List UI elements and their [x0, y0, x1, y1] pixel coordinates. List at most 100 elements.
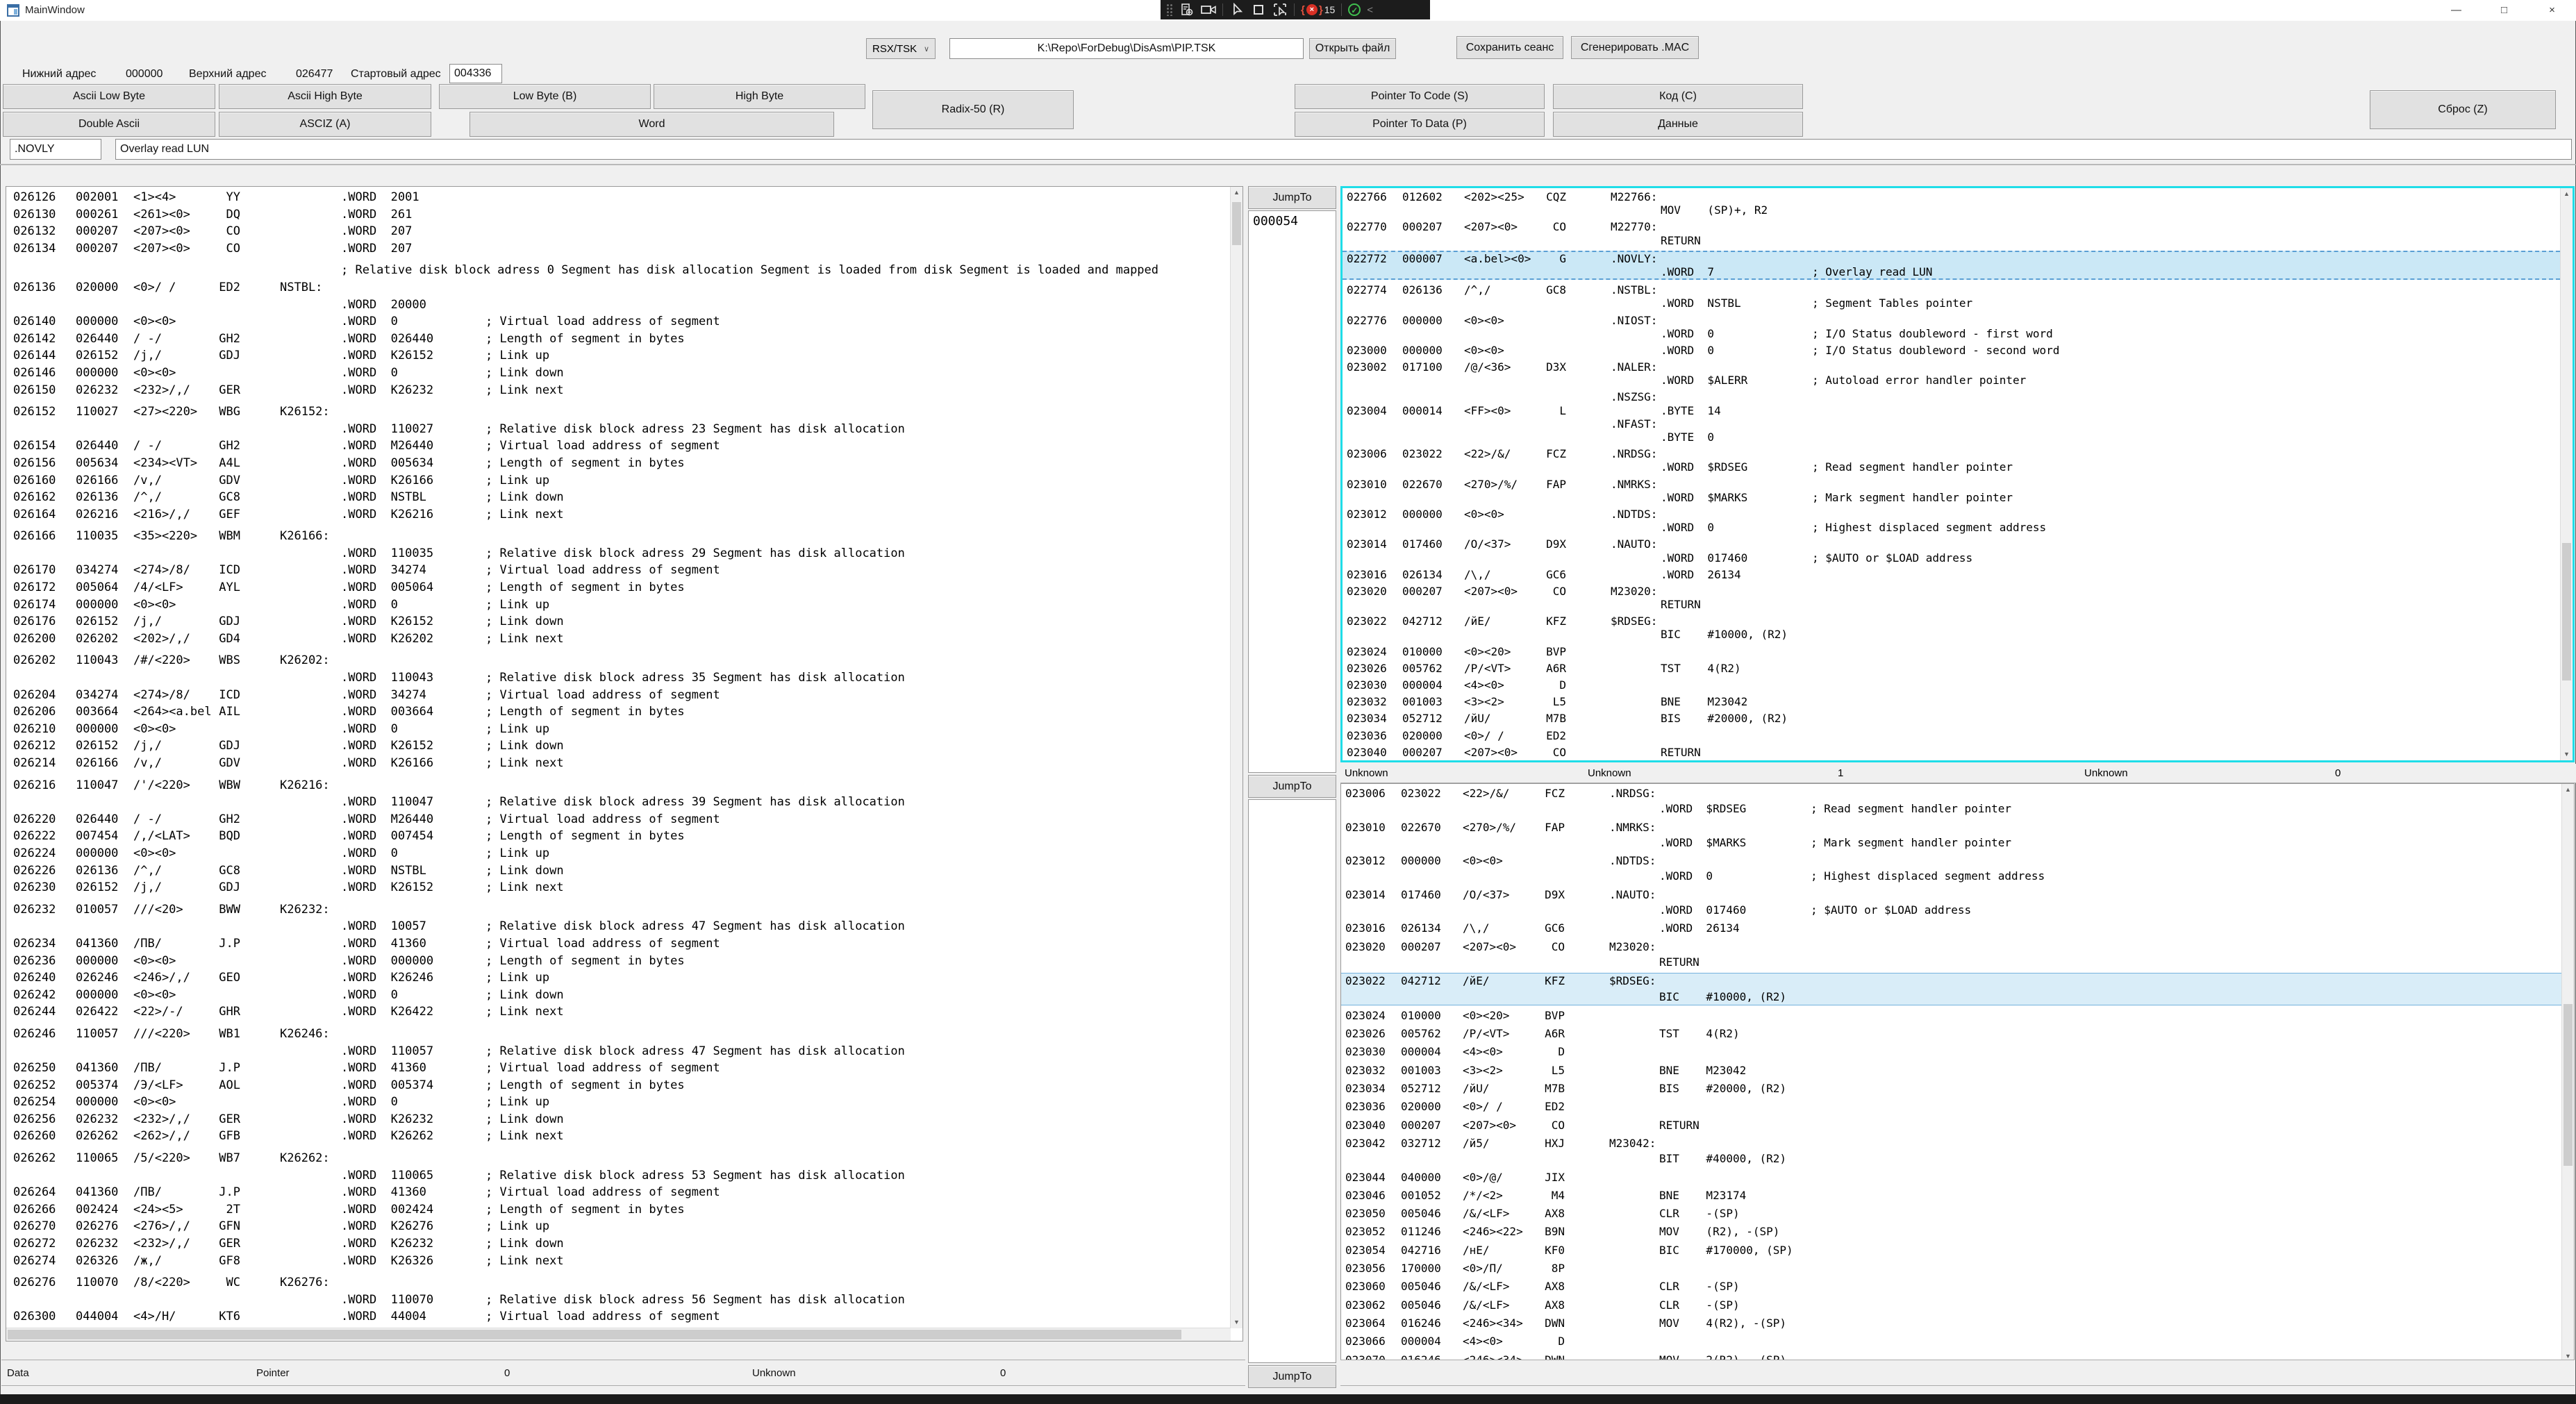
listing-row[interactable]: 026126002001<1><4>YY.WORD 2001 [6, 189, 1230, 206]
generate-mac-button[interactable]: Сгенерировать .MAC [1571, 36, 1699, 59]
listing-row[interactable]: .NSZSG: [1343, 390, 2560, 403]
listing-row[interactable]: 026202110043/#/<220>WBSK26202: [6, 652, 1230, 669]
right-bottom-scrollbar[interactable]: ▲ ▼ [2561, 784, 2574, 1362]
listing-row[interactable]: 023020000207<207><0>COM23020: [1343, 585, 2560, 598]
scroll-up-icon[interactable]: ▲ [2562, 784, 2574, 796]
video-camera-icon[interactable] [1201, 2, 1216, 17]
maximize-button[interactable]: □ [2480, 0, 2528, 21]
listing-row[interactable]: 023024010000<0><20>BVP [1341, 1008, 2561, 1023]
listing-row[interactable]: RETURN [1343, 598, 2560, 611]
listing-row[interactable]: 023030000004<4><0>D [1343, 678, 2560, 692]
listing-row[interactable]: 023014017460/O/<37>D9X.NAUTO: [1343, 537, 2560, 551]
listing-row[interactable]: 026210000000<0><0>.WORD 0; Link up [6, 721, 1230, 738]
listing-row[interactable]: 026162026136/^,/GC8.WORD NSTBL; Link dow… [6, 489, 1230, 506]
listing-row[interactable]: .WORD 110035; Relative disk block adress… [6, 545, 1230, 562]
listing-row[interactable]: 026170034274<274>/8/ICD.WORD 34274; Virt… [6, 562, 1230, 579]
listing-row[interactable]: 023012000000<0><0>.NDTDS: [1341, 853, 2561, 869]
listing-row[interactable]: .BYTE 0 [1343, 431, 2560, 444]
listing-row[interactable]: 026270026276<276>/,/GFN.WORD K26276; Lin… [6, 1218, 1230, 1235]
listing-row[interactable]: .WORD 110043; Relative disk block adress… [6, 669, 1230, 687]
listing-row[interactable]: 023046001052/*/<2>M4BNE M23174 [1341, 1188, 2561, 1203]
scrollbar-thumb[interactable] [1232, 202, 1241, 245]
listing-row[interactable]: 026174000000<0><0>.WORD 0; Link up [6, 596, 1230, 614]
listing-row[interactable]: 023034052712/йU/M7BBIS #20000, (R2) [1343, 712, 2560, 725]
listing-row[interactable]: 023040000207<207><0>CORETURN [1341, 1118, 2561, 1133]
listing-row[interactable]: 026252005374/Э/<LF>AOL.WORD 005374; Leng… [6, 1077, 1230, 1094]
listing-row[interactable]: 026132000207<207><0>CO.WORD 207 [6, 223, 1230, 240]
left-vertical-scrollbar[interactable]: ▲ ▼ [1230, 187, 1243, 1328]
listing-row[interactable]: .WORD 7; Overlay read LUN [1343, 265, 2560, 280]
word-button[interactable]: Word [470, 112, 834, 137]
log-target-icon[interactable] [1179, 2, 1195, 17]
listing-row[interactable]: 023010022670<270>/%/FAP.NMRKS: [1341, 820, 2561, 835]
listing-row[interactable]: .WORD $RDSEG; Read segment handler point… [1341, 801, 2561, 817]
listing-row[interactable]: 026164026216<216>/,/GEF.WORD K26216; Lin… [6, 506, 1230, 524]
listing-row[interactable]: .WORD 017460; $AUTO or $LOAD address [1343, 551, 2560, 565]
listing-row[interactable]: 026276110070/8/<220>WCK26276: [6, 1274, 1230, 1292]
listing-row[interactable]: 023016026134/\,/GC6.WORD 26134 [1341, 921, 2561, 936]
jump-list-top[interactable]: 000054 [1248, 210, 1336, 773]
listing-row[interactable]: .WORD 0; Highest displaced segment addre… [1343, 521, 2560, 534]
listing-row[interactable]: 026144026152/j,/GDJ.WORD K26152; Link up [6, 347, 1230, 365]
listing-row[interactable]: 023066000004<4><0>D [1341, 1334, 2561, 1349]
double-ascii-button[interactable]: Double Ascii [3, 112, 215, 137]
listing-row[interactable]: 023012000000<0><0>.NDTDS: [1343, 508, 2560, 521]
scrollbar-thumb[interactable] [2563, 1004, 2573, 1166]
listing-row[interactable]: 026246110057///<220>WB1K26246: [6, 1026, 1230, 1043]
listing-row[interactable]: BIT #40000, (R2) [1341, 1151, 2561, 1167]
listing-row[interactable]: 026216110047/'/<220>WBWK26216: [6, 777, 1230, 794]
listing-row[interactable]: 026152110027<27><220>WBGK26152: [6, 403, 1230, 421]
jump-list-bottom[interactable] [1248, 799, 1336, 1363]
listing-row[interactable]: 026260026262<262>/,/GFB.WORD K26262; Lin… [6, 1128, 1230, 1145]
listing-row[interactable]: 026146000000<0><0>.WORD 0; Link down [6, 365, 1230, 382]
right-top-scrollbar[interactable]: ▲ ▼ [2560, 188, 2573, 760]
listing-row[interactable]: 023002017100/@/<36>D3X.NALER: [1343, 360, 2560, 374]
listing-row[interactable]: 026234041360/ПВ/J.P.WORD 41360; Virtual … [6, 935, 1230, 953]
listing-row[interactable]: 026250041360/ПВ/J.P.WORD 41360; Virtual … [6, 1060, 1230, 1077]
minimize-button[interactable]: — [2432, 0, 2480, 21]
collapse-chevron-icon[interactable]: < [1367, 4, 1373, 16]
listing-row[interactable]: .WORD $RDSEG; Read segment handler point… [1343, 460, 2560, 474]
listing-row[interactable]: .NFAST: [1343, 417, 2560, 431]
listing-row[interactable]: 023054042716/нЕ/KF0BIC #170000, (SP) [1341, 1243, 2561, 1258]
listing-row[interactable]: 026300044004<4>/H/KT6.WORD 44004; Virtua… [6, 1308, 1230, 1326]
drag-grip-icon[interactable] [1166, 3, 1173, 16]
listing-row[interactable]: 023032001003<3><2>L5BNE M23042 [1343, 695, 2560, 708]
listing-row[interactable]: 023036020000<0>/ /ED2 [1343, 729, 2560, 742]
listing-row[interactable]: 026150026232<232>/,/GER.WORD K26232; Lin… [6, 382, 1230, 399]
listing-row[interactable]: 026226026136/^,/GC8.WORD NSTBL; Link dow… [6, 862, 1230, 880]
listing-row[interactable]: 026172005064/4/<LF>AYL.WORD 005064; Leng… [6, 579, 1230, 596]
listing-row[interactable]: 023044040000<0>/@/JIX [1341, 1170, 2561, 1185]
listing-row[interactable]: 026240026246<246>/,/GEO.WORD K26246; Lin… [6, 969, 1230, 987]
listing-row[interactable]: .WORD 0; Highest displaced segment addre… [1341, 869, 2561, 884]
listing-row[interactable]: 026204034274<274>/8/ICD.WORD 34274; Virt… [6, 687, 1230, 704]
radix50-button[interactable]: Radix-50 (R) [872, 90, 1074, 129]
low-byte-button[interactable]: Low Byte (B) [439, 84, 651, 109]
listing-row[interactable]: 026242000000<0><0>.WORD 0; Link down [6, 987, 1230, 1004]
listing-row[interactable]: 026214026166/v,/GDV.WORD K26166; Link ne… [6, 755, 1230, 772]
left-horizontal-scrollbar[interactable] [6, 1328, 1231, 1341]
label-name-input[interactable] [10, 139, 101, 160]
listing-row[interactable]: 023040000207<207><0>CORETURN [1343, 746, 2560, 759]
listing-row[interactable]: 023006023022<22>/&/FCZ.NRDSG: [1341, 786, 2561, 801]
listing-row[interactable]: 026274026326/ж,/GF8.WORD K26326; Link ne… [6, 1253, 1230, 1270]
listing-row[interactable]: .WORD 0; I/O Status doubleword - first w… [1343, 327, 2560, 340]
listing-row[interactable]: 023026005762/P/<VT>A6RTST 4(R2) [1343, 662, 2560, 675]
listing-row[interactable]: BIC #10000, (R2) [1341, 989, 2561, 1005]
cursor-capture-icon[interactable] [1272, 2, 1288, 17]
listing-row[interactable]: .WORD 110065; Relative disk block adress… [6, 1167, 1230, 1185]
listing-row[interactable]: ; Relative disk block adress 0 Segment h… [6, 262, 1230, 279]
listing-row[interactable]: 026166110035<35><220>WBMK26166: [6, 528, 1230, 545]
listing-row[interactable]: 022774026136/^,/GC8.NSTBL: [1343, 283, 2560, 296]
listing-row[interactable]: 023060005046/&/<LF>AX8CLR -(SP) [1341, 1279, 2561, 1294]
listing-row[interactable]: 022776000000<0><0>.NIOST: [1343, 314, 2560, 327]
listing-row[interactable]: 026160026166/v,/GDV.WORD K26166; Link up [6, 472, 1230, 490]
listing-row[interactable]: 023024010000<0><20>BVP [1343, 645, 2560, 658]
jumpto-button-top[interactable]: JumpTo [1248, 186, 1336, 209]
scroll-up-icon[interactable]: ▲ [1231, 187, 1243, 199]
listing-row[interactable]: 023042032712/й5/HXJM23042: [1341, 1136, 2561, 1151]
listing-row[interactable]: RETURN [1343, 234, 2560, 247]
listing-row[interactable]: 023036020000<0>/ /ED2 [1341, 1099, 2561, 1114]
listing-row[interactable]: 023014017460/O/<37>D9X.NAUTO: [1341, 887, 2561, 903]
listing-row[interactable]: 022770000207<207><0>COM22770: [1343, 220, 2560, 233]
